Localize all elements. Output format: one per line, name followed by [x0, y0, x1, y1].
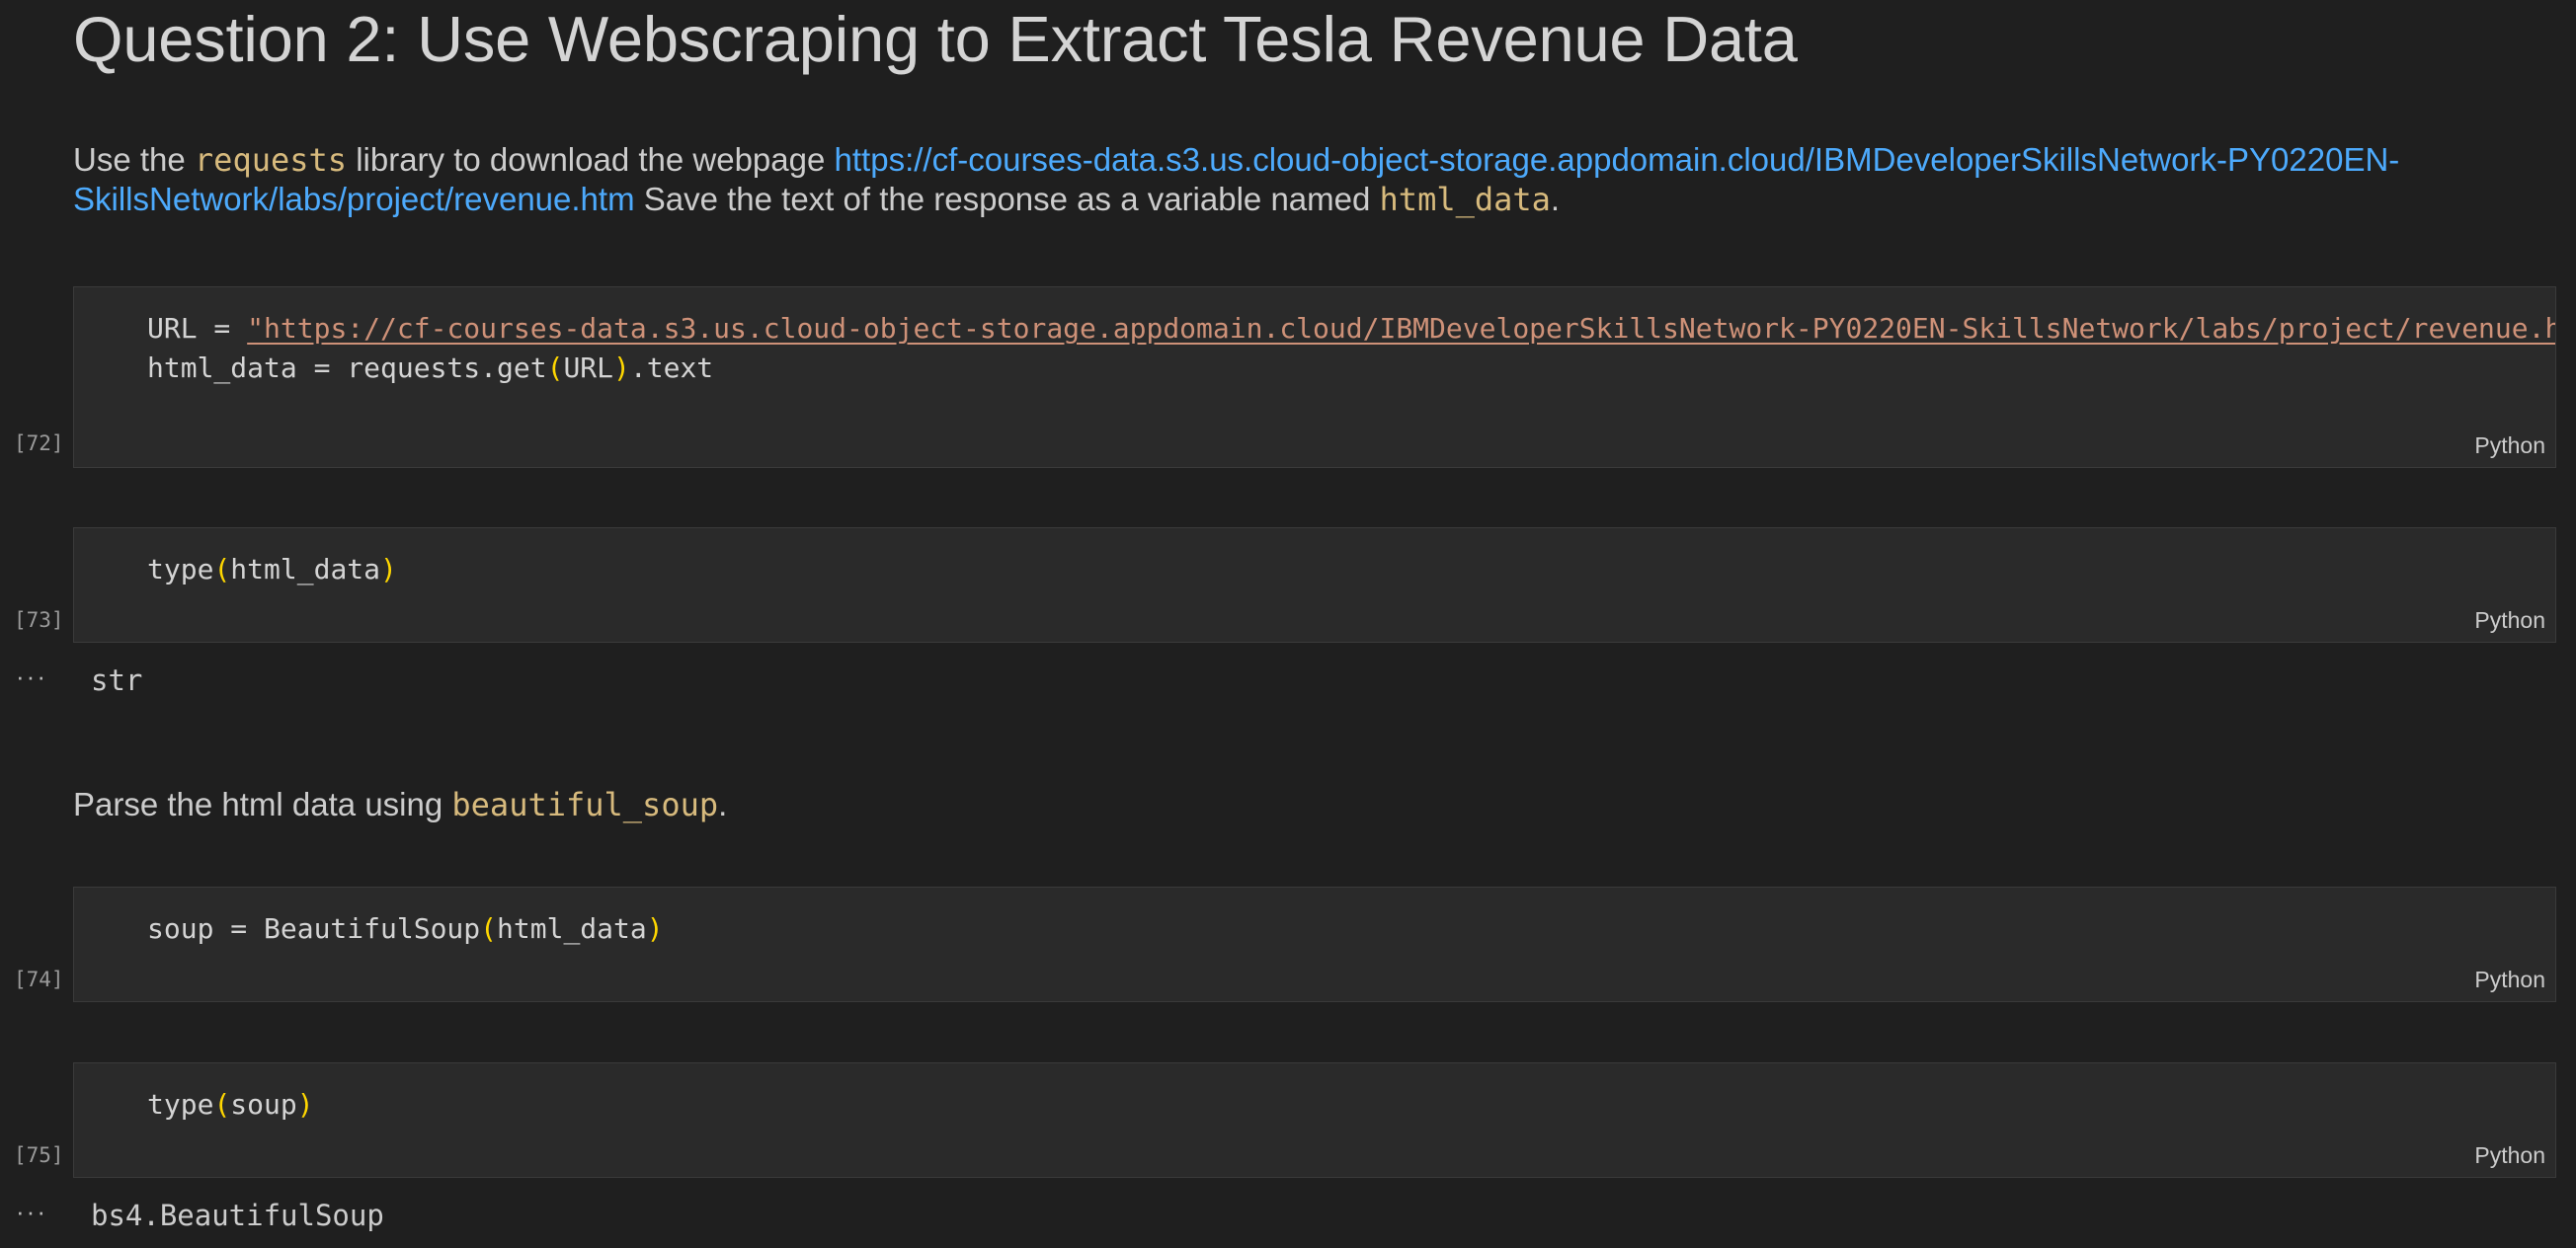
markdown-paragraph: Parse the html data using beautiful_soup… — [73, 785, 2513, 824]
code-token: type — [147, 553, 214, 585]
inline-code: beautiful_soup — [451, 786, 719, 823]
code-line: html_data = requests.get(URL).text — [147, 349, 713, 388]
markdown-heading: Question 2: Use Webscraping to Extract T… — [73, 3, 1798, 75]
output-more-icon[interactable]: ··· — [16, 662, 47, 692]
bracket: ( — [213, 553, 231, 585]
code-token: html_data = requests.get — [147, 351, 547, 384]
bracket: ) — [296, 1088, 314, 1121]
code-line: type(html_data) — [147, 550, 397, 589]
bracket: ( — [546, 351, 564, 384]
code-line: URL = "https://cf-courses-data.s3.us.clo… — [147, 309, 2555, 349]
execution-count: [75] — [14, 1143, 64, 1167]
code-cell[interactable]: type(soup) Python — [73, 1062, 2556, 1178]
cell-language-label[interactable]: Python — [2474, 432, 2545, 459]
markdown-paragraph: Use the requests library to download the… — [73, 140, 2513, 219]
link-text: https://cf-courses-data.s3.us.cloud-obje… — [834, 141, 2400, 178]
cell-output: bs4.BeautifulSoup — [91, 1199, 384, 1232]
code-editor[interactable]: URL = "https://cf-courses-data.s3.us.clo… — [74, 287, 2555, 467]
code-line: soup = BeautifulSoup(html_data) — [147, 909, 664, 949]
paragraph-text: Save the text of the response as a varia… — [634, 181, 1380, 217]
code-token: .text — [629, 351, 714, 384]
cell-language-label[interactable]: Python — [2474, 607, 2545, 634]
code-token: type — [147, 1088, 214, 1121]
bracket: ( — [213, 1088, 231, 1121]
code-token: soup — [230, 1088, 297, 1121]
code-line: type(soup) — [147, 1085, 314, 1125]
paragraph-text: . — [718, 786, 728, 822]
bracket: ) — [646, 912, 664, 945]
code-token: URL — [563, 351, 614, 384]
paragraph-text: . — [1550, 181, 1561, 217]
paragraph-text: Parse the html data using — [73, 786, 452, 822]
output-more-icon[interactable]: ··· — [16, 1197, 47, 1227]
link-text: SkillsNetwork/labs/project/revenue.htm — [73, 181, 635, 217]
cell-language-label[interactable]: Python — [2474, 1142, 2545, 1169]
bracket: ) — [380, 553, 397, 585]
cell-language-label[interactable]: Python — [2474, 967, 2545, 993]
code-token: soup = BeautifulSoup — [147, 912, 481, 945]
code-token: html_data — [497, 912, 647, 945]
execution-count: [73] — [14, 608, 64, 632]
bracket: ( — [480, 912, 498, 945]
code-cell[interactable]: soup = BeautifulSoup(html_data) Python — [73, 887, 2556, 1002]
bracket: ) — [613, 351, 630, 384]
paragraph-text: Use the — [73, 141, 195, 178]
code-token: URL = — [147, 312, 248, 345]
code-cell[interactable]: URL = "https://cf-courses-data.s3.us.clo… — [73, 286, 2556, 468]
inline-code: html_data — [1379, 181, 1551, 218]
code-token: html_data — [230, 553, 381, 585]
string-literal: "https://cf-courses-data.s3.us.cloud-obj… — [247, 312, 2555, 345]
code-cell[interactable]: type(html_data) Python — [73, 527, 2556, 643]
inline-code: requests — [194, 141, 348, 179]
execution-count: [72] — [14, 431, 64, 455]
cell-output: str — [91, 663, 143, 697]
paragraph-text: library to download the webpage — [347, 141, 835, 178]
execution-count: [74] — [14, 968, 64, 991]
